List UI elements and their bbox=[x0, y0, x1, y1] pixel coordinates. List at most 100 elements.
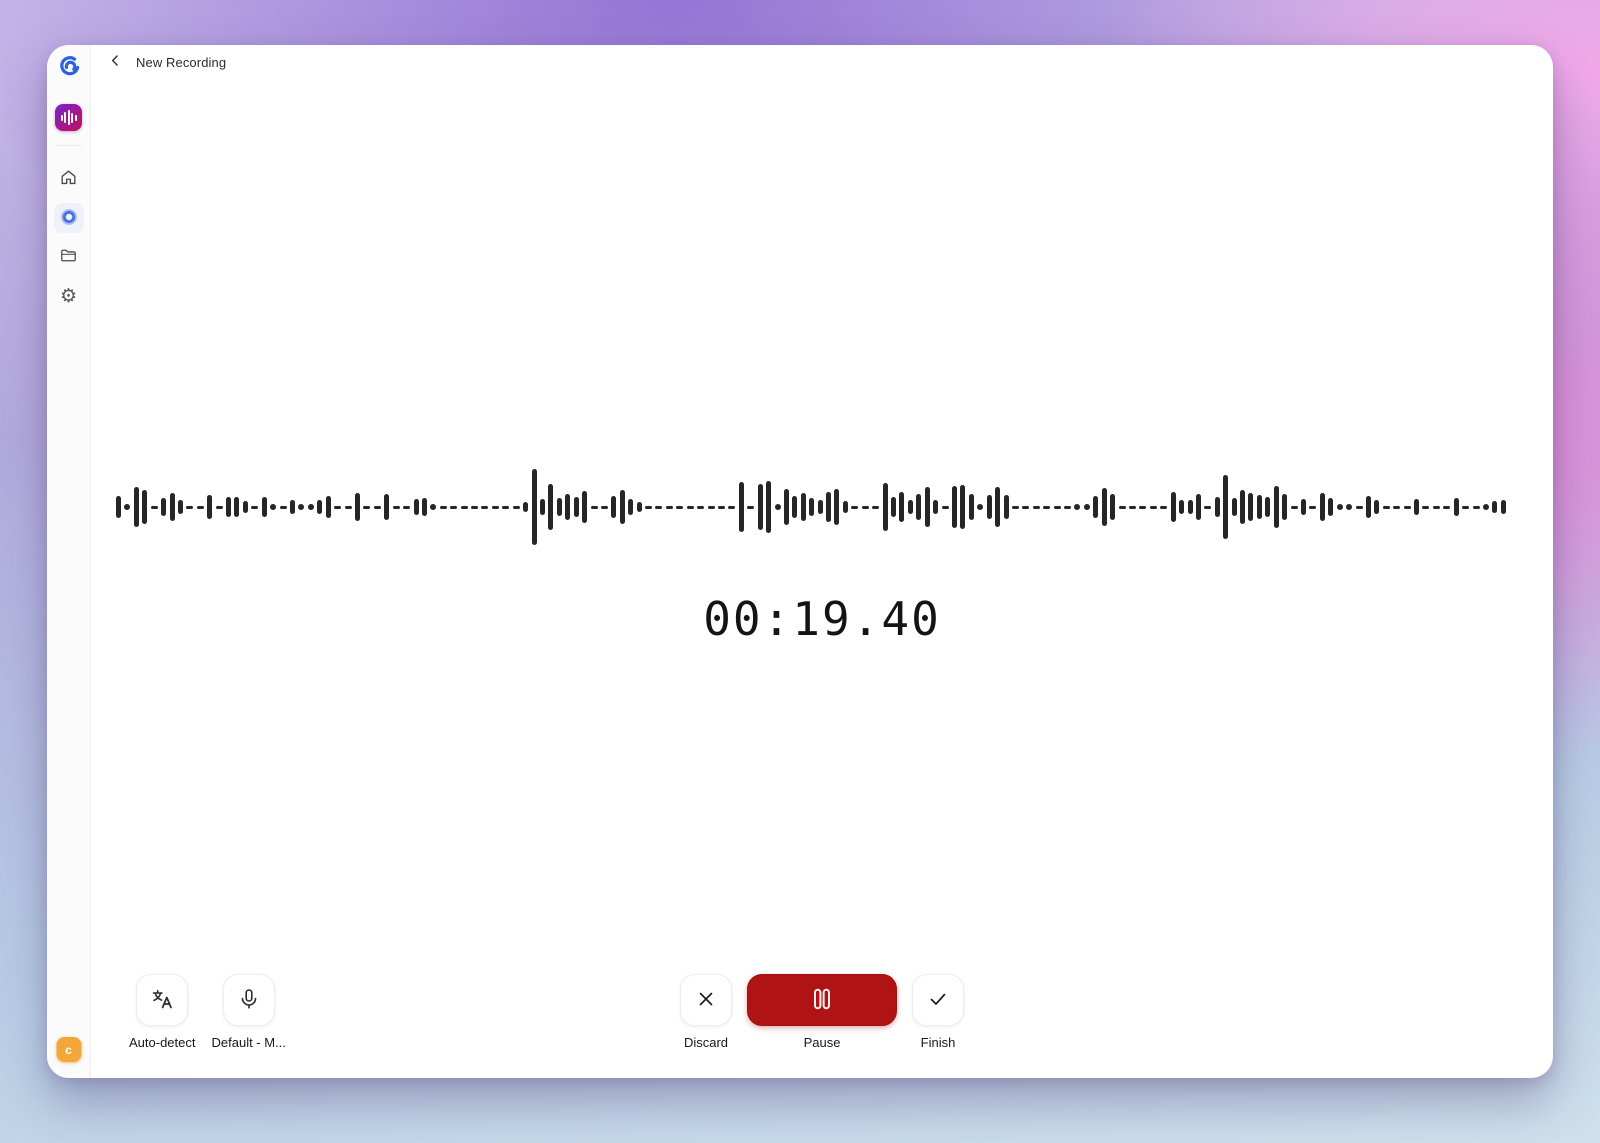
waveform-app-icon[interactable] bbox=[55, 104, 82, 131]
waveform-bar bbox=[792, 496, 797, 518]
waveform-bar bbox=[952, 486, 957, 528]
waveform-bar bbox=[969, 494, 974, 520]
waveform-bar bbox=[843, 501, 848, 513]
finish-button[interactable] bbox=[912, 974, 964, 1026]
sidebar-item-home[interactable] bbox=[54, 164, 84, 194]
waveform-bar bbox=[1291, 506, 1298, 509]
record-ring-icon bbox=[59, 207, 79, 230]
waveform-bar bbox=[1257, 495, 1262, 519]
waveform-bar bbox=[1346, 504, 1352, 510]
waveform-bar bbox=[207, 495, 212, 519]
waveform-bar bbox=[942, 506, 949, 509]
waveform-bar bbox=[1129, 506, 1136, 509]
waveform-bar bbox=[1188, 500, 1193, 514]
desktop-background: { "header": { "back_icon": "chevron-left… bbox=[0, 0, 1600, 1143]
app-window: ⚙ c New Recording 00:19.40 bbox=[47, 45, 1553, 1078]
waveform-bar bbox=[784, 489, 789, 525]
waveform-bar bbox=[620, 490, 625, 524]
waveform-bar bbox=[1473, 506, 1480, 509]
waveform-bar bbox=[601, 506, 608, 509]
waveform-bar bbox=[548, 484, 553, 530]
waveform-bar bbox=[1356, 506, 1363, 509]
waveform-bar bbox=[243, 501, 248, 513]
waveform-bar bbox=[523, 502, 528, 512]
finish-label: Finish bbox=[921, 1035, 956, 1050]
back-button[interactable] bbox=[107, 52, 124, 72]
gear-icon: ⚙ bbox=[60, 287, 77, 306]
waveform-bar bbox=[471, 506, 478, 509]
waveform-bar bbox=[513, 506, 520, 509]
waveform-bar bbox=[1215, 497, 1220, 517]
waveform-bar bbox=[403, 506, 410, 509]
waveform-bar bbox=[481, 506, 488, 509]
waveform-bar bbox=[862, 506, 869, 509]
waveform-bar bbox=[1414, 499, 1419, 515]
waveform-bar bbox=[1160, 506, 1167, 509]
waveform-bar bbox=[170, 493, 175, 521]
waveform-bar bbox=[216, 506, 223, 509]
waveform-bar bbox=[1383, 506, 1390, 509]
waveform-bar bbox=[747, 506, 754, 509]
waveform-bar bbox=[151, 506, 158, 509]
waveform-bar bbox=[1204, 506, 1211, 509]
sidebar-nav: ⚙ bbox=[54, 164, 84, 311]
recording-actions-group: Discard Pause bbox=[680, 974, 964, 1050]
waveform-bar bbox=[1179, 500, 1184, 514]
swirl-logo-icon[interactable] bbox=[54, 51, 84, 81]
language-control: Auto-detect bbox=[129, 974, 196, 1050]
language-button[interactable] bbox=[136, 974, 188, 1026]
waveform-bar bbox=[1274, 486, 1279, 528]
waveform-bar bbox=[1433, 506, 1440, 509]
waveform-bar bbox=[1102, 488, 1107, 526]
waveform-bar bbox=[317, 500, 322, 514]
waveform-bar bbox=[908, 500, 913, 514]
waveform-bar bbox=[1366, 496, 1371, 518]
waveform-bar bbox=[197, 506, 204, 509]
waveform-bar bbox=[1240, 490, 1245, 524]
waveform-bar bbox=[697, 506, 704, 509]
finish-control: Finish bbox=[912, 974, 964, 1050]
waveform-bar bbox=[1171, 492, 1176, 522]
waveform-bar bbox=[933, 500, 938, 514]
sidebar: ⚙ c bbox=[47, 45, 91, 1078]
waveform-bar bbox=[1393, 506, 1400, 509]
header: New Recording bbox=[91, 45, 1553, 79]
waveform-bar bbox=[637, 502, 642, 512]
check-icon bbox=[928, 989, 948, 1012]
waveform-bar bbox=[872, 506, 879, 509]
waveform-bar bbox=[1501, 500, 1506, 514]
waveform-bar bbox=[611, 496, 616, 518]
folder-icon bbox=[59, 246, 78, 268]
waveform-bar bbox=[298, 504, 304, 510]
waveform-bar bbox=[557, 498, 562, 516]
waveform-bar bbox=[687, 506, 694, 509]
waveform-bar bbox=[1337, 504, 1343, 510]
waveform-bar bbox=[728, 506, 735, 509]
waveform-bar bbox=[1248, 493, 1253, 521]
waveform-bar bbox=[1119, 506, 1126, 509]
microphone-button[interactable] bbox=[223, 974, 275, 1026]
pause-control: Pause bbox=[747, 974, 897, 1050]
home-icon bbox=[59, 168, 78, 190]
waveform-bar bbox=[461, 506, 468, 509]
user-avatar[interactable]: c bbox=[56, 1037, 81, 1062]
waveform-bar bbox=[1443, 506, 1450, 509]
pause-label: Pause bbox=[804, 1035, 841, 1050]
waveform-bar bbox=[851, 506, 858, 509]
page-title: New Recording bbox=[136, 55, 226, 70]
waveform-bar bbox=[1084, 504, 1090, 510]
pause-button[interactable] bbox=[747, 974, 897, 1026]
waveform-bar bbox=[676, 506, 683, 509]
x-icon bbox=[697, 990, 715, 1011]
discard-button[interactable] bbox=[680, 974, 732, 1026]
sidebar-item-settings[interactable]: ⚙ bbox=[54, 281, 84, 311]
waveform-bar bbox=[809, 498, 814, 516]
waveform-bar bbox=[628, 499, 633, 515]
waveform-bar bbox=[591, 506, 598, 509]
sidebar-item-record[interactable] bbox=[54, 203, 84, 233]
waveform-bar bbox=[739, 482, 744, 532]
waveform-bar bbox=[1074, 504, 1080, 510]
waveform-bar bbox=[826, 492, 831, 522]
sidebar-item-library[interactable] bbox=[54, 242, 84, 272]
waveform-bar bbox=[1328, 498, 1333, 516]
